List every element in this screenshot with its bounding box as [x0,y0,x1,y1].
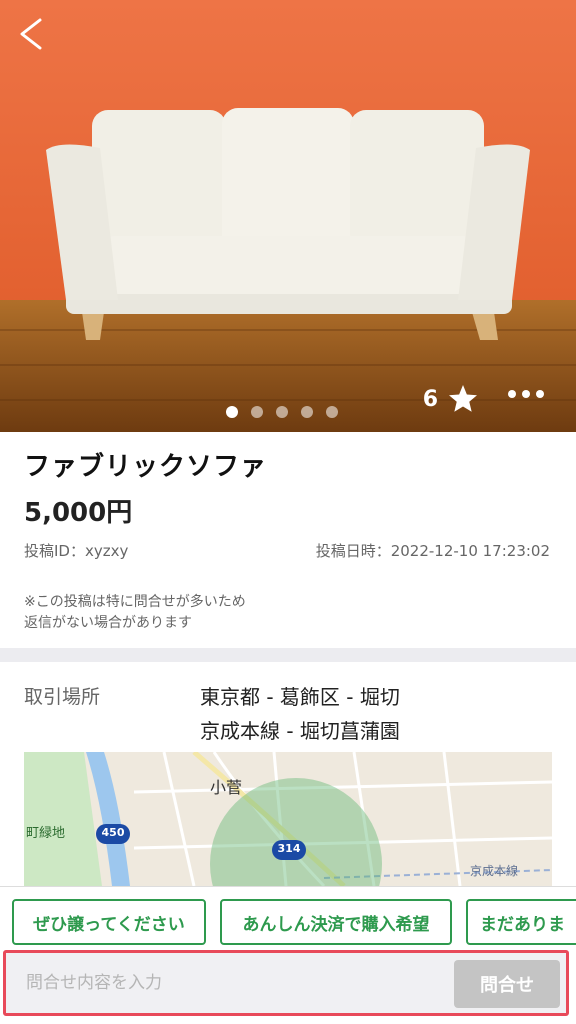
hero-image[interactable]: 6 [0,0,576,432]
inquiry-bar: 問合せ [3,950,569,1016]
location-label: 取引場所 [24,686,101,708]
quick-reply-button[interactable]: あんしん決済で購入希望 [220,899,452,945]
favorite-button[interactable]: 6 [423,383,480,415]
sofa-photo [0,0,576,432]
map-place-label: 小菅 [210,778,243,797]
carousel-dot[interactable] [251,406,263,418]
route-label: 450 [101,826,125,839]
post-id: 投稿ID：xyzxy [24,542,129,560]
location-line: 東京都 - 葛飾区 - 堀切 [200,685,400,709]
inquiry-input[interactable] [14,960,442,1006]
listing-price: 5,000円 [24,498,133,528]
quick-reply-bar: ぜひ譲ってください あんしん決済で購入希望 まだありま [0,886,576,951]
back-button[interactable] [14,14,50,54]
carousel-dot[interactable] [276,406,288,418]
route-label: 314 [277,842,301,855]
carousel-dot[interactable] [226,406,238,418]
inquiry-submit-button[interactable]: 問合せ [454,960,560,1008]
quick-reply-button[interactable]: まだありま [466,899,576,945]
carousel-dot[interactable] [301,406,313,418]
location-map[interactable]: 小菅 町緑地 450 314 京成本線 [24,752,552,886]
carousel-indicator [226,406,338,418]
favorite-count: 6 [422,386,438,412]
location-line: 京成本線 - 堀切菖蒲園 [200,719,400,743]
post-date: 投稿日時：2022-12-10 17:23:02 [315,542,550,560]
location-value: 東京都 - 葛飾区 - 堀切 京成本線 - 堀切菖蒲園 [200,680,400,748]
listing-title: ファブリックソファ [24,452,268,482]
chevron-left-icon [20,18,42,50]
section-divider [0,648,576,662]
inquiry-notice: ※この投稿は特に問合せが多いため 返信がない場合があります [24,592,246,634]
notice-line: 返信がない場合があります [24,615,192,631]
star-icon [449,385,477,412]
map-green-label: 町緑地 [26,826,66,841]
carousel-dot[interactable] [326,406,338,418]
notice-line: ※この投稿は特に問合せが多いため [24,594,246,610]
more-dots-icon[interactable] [508,390,544,398]
quick-reply-button[interactable]: ぜひ譲ってください [12,899,206,945]
rail-label: 京成本線 [470,864,519,878]
